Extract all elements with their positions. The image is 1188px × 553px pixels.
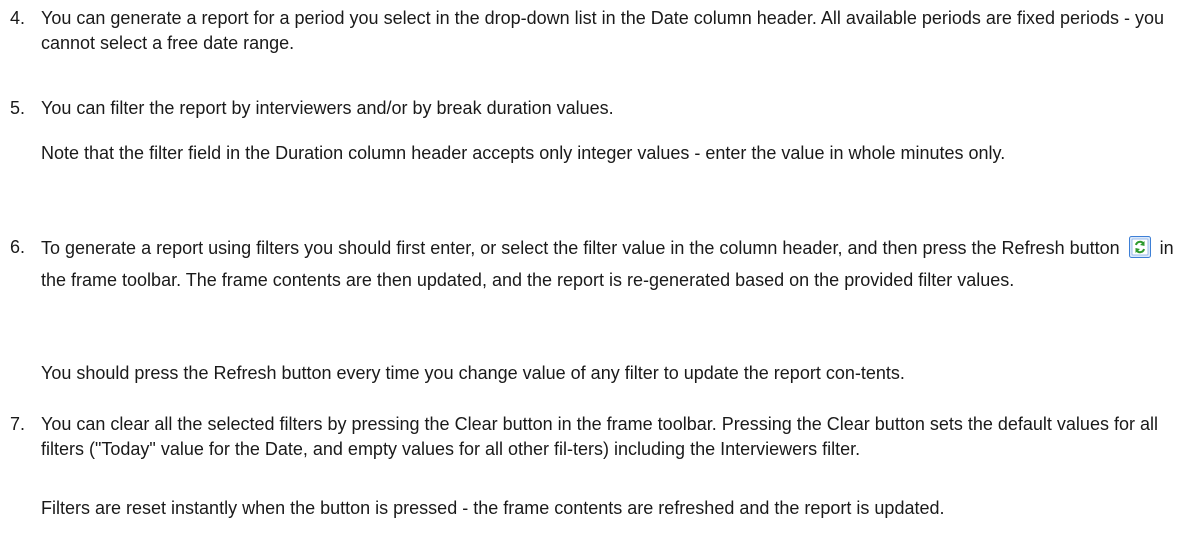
paragraph: Filters are reset instantly when the but… bbox=[41, 498, 945, 518]
list-number: 5. bbox=[10, 98, 26, 118]
paragraph: You can filter the report by interviewer… bbox=[41, 98, 614, 118]
paragraph: Note that the filter field in the Durati… bbox=[41, 143, 1006, 163]
paragraph: You can generate a report for a period y… bbox=[41, 8, 1165, 53]
refresh-icon bbox=[1128, 236, 1151, 258]
list-number: 7. bbox=[10, 414, 26, 434]
paragraph-text: To generate a report using filters you s… bbox=[41, 238, 1120, 258]
list-number: 6. bbox=[10, 237, 26, 257]
list-number: 4. bbox=[10, 8, 26, 28]
paragraph-with-icon: To generate a report using filters you s… bbox=[41, 232, 1181, 296]
paragraph: You can clear all the selected filters b… bbox=[41, 414, 1158, 459]
paragraph: You should press the Refresh button ever… bbox=[41, 363, 905, 383]
